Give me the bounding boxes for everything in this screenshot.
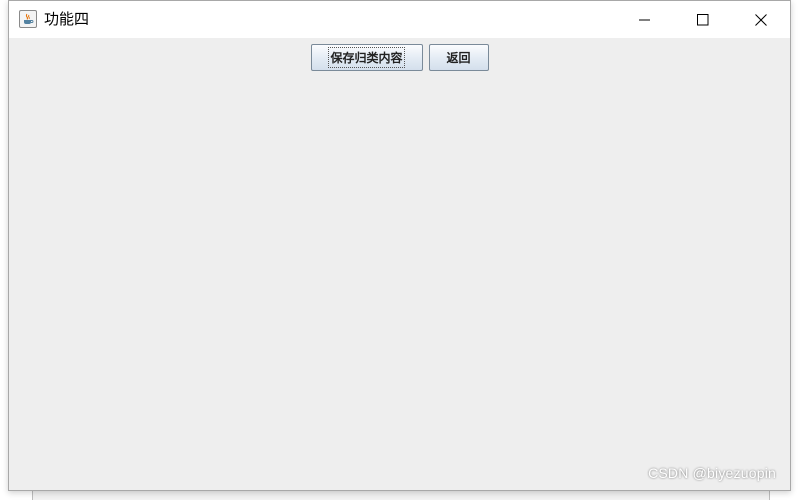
maximize-button[interactable] bbox=[674, 1, 732, 38]
back-button[interactable]: 返回 bbox=[428, 44, 489, 71]
minimize-icon bbox=[639, 19, 650, 20]
window-controls bbox=[616, 1, 790, 38]
window-title: 功能四 bbox=[44, 10, 90, 28]
title-bar[interactable]: 功能四 bbox=[9, 1, 790, 38]
close-button[interactable] bbox=[732, 1, 790, 38]
close-icon bbox=[755, 13, 767, 26]
save-category-label: 保存归类内容 bbox=[328, 47, 405, 68]
save-category-button[interactable]: 保存归类内容 bbox=[310, 44, 423, 71]
content-pane: 保存归类内容 返回 CSDN @biyezuopin bbox=[9, 38, 790, 490]
watermark: CSDN @biyezuopin bbox=[648, 465, 776, 481]
button-row: 保存归类内容 返回 bbox=[9, 44, 790, 71]
minimize-button[interactable] bbox=[616, 1, 674, 38]
back-label: 返回 bbox=[446, 51, 471, 65]
app-window: 功能四 保存归类内容 返回 CSDN @biyezuopin bbox=[8, 0, 791, 491]
maximize-icon bbox=[697, 13, 709, 25]
background-window-edge bbox=[32, 491, 770, 500]
java-icon bbox=[19, 10, 37, 28]
